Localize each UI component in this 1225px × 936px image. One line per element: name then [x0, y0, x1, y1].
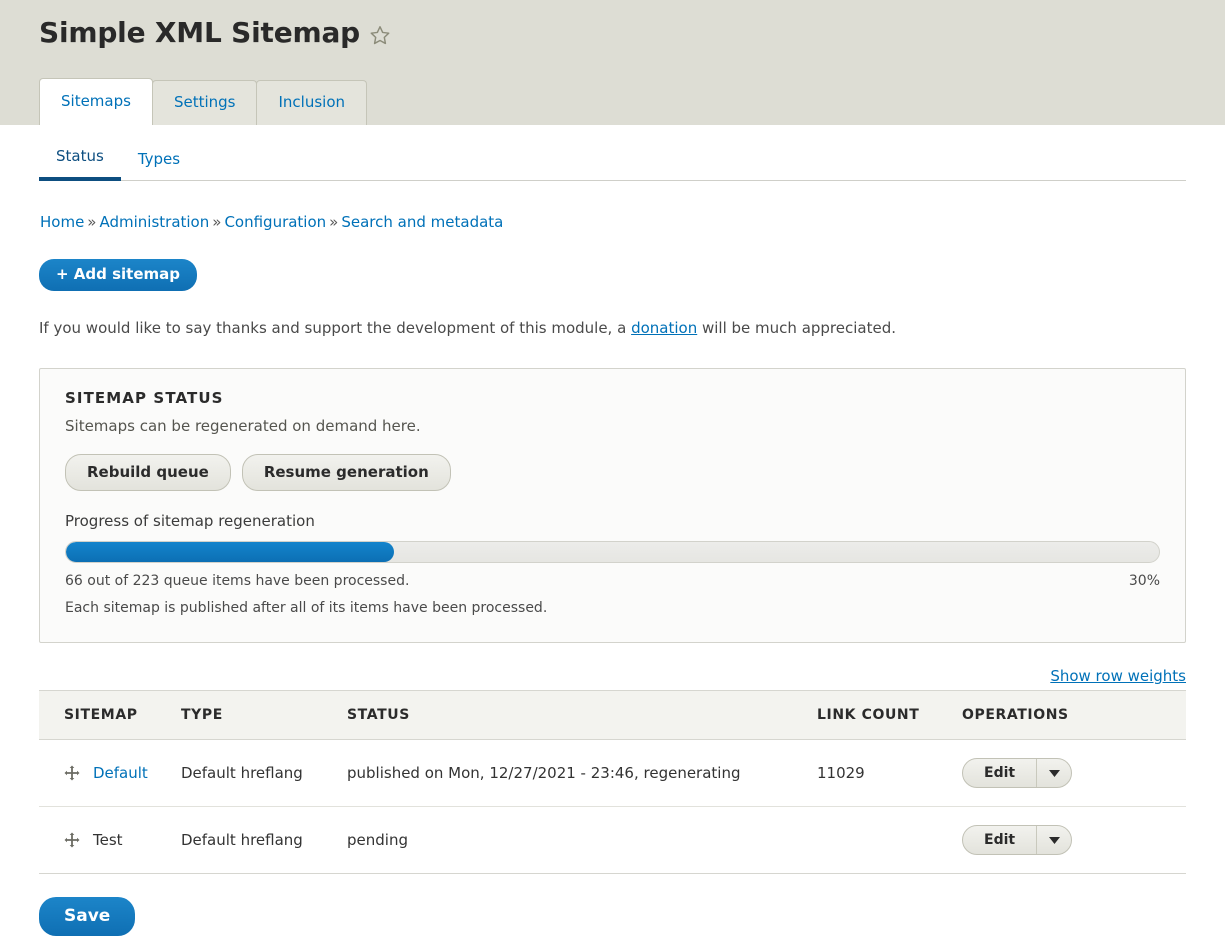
edit-button[interactable]: Edit [963, 826, 1037, 854]
secondary-tab-types[interactable]: Types [121, 149, 197, 180]
column-header-status: STATUS [347, 691, 817, 740]
secondary-tab-bar: Status Types [39, 125, 1186, 181]
donation-suffix-text: will be much appreciated. [702, 319, 896, 337]
sitemap-status-panel: SITEMAP STATUS Sitemaps can be regenerat… [39, 368, 1186, 643]
cell-link-count: 11029 [817, 740, 962, 807]
column-header-type: TYPE [181, 691, 347, 740]
cell-link-count [817, 807, 962, 874]
sitemap-status-actions: Rebuild queue Resume generation [65, 454, 1160, 491]
breadcrumb-item-administration[interactable]: Administration [99, 213, 209, 231]
cell-sitemap: Test [39, 807, 181, 874]
show-row-weights-row: Show row weights [39, 667, 1186, 685]
primary-tab-bar: Sitemaps Settings Inclusion [39, 78, 366, 125]
operations-button-group: Edit [962, 758, 1072, 788]
operations-dropdown-toggle[interactable] [1037, 759, 1071, 787]
table-row: Test Default hreflang pending Edit [39, 807, 1186, 874]
donation-message: If you would like to say thanks and supp… [39, 318, 1186, 338]
progress-processed-text: 66 out of 223 queue items have been proc… [65, 572, 409, 591]
breadcrumb-item-home[interactable]: Home [40, 213, 84, 231]
progress-bar-fill [66, 542, 394, 562]
save-button[interactable]: Save [39, 897, 135, 936]
table-header-row: SITEMAP TYPE STATUS LINK COUNT OPERATION… [39, 691, 1186, 740]
chevron-down-icon [1049, 770, 1060, 777]
breadcrumb-separator: » [84, 213, 99, 231]
sitemap-status-description: Sitemaps can be regenerated on demand he… [65, 416, 1160, 436]
edit-button[interactable]: Edit [963, 759, 1037, 787]
cell-operations: Edit [962, 807, 1186, 874]
cell-status: published on Mon, 12/27/2021 - 23:46, re… [347, 740, 817, 807]
progress-percent-label: 30% [1129, 572, 1160, 591]
page-header-band: Simple XML Sitemap Sitemaps Settings Inc… [0, 0, 1225, 125]
drag-move-icon[interactable] [64, 765, 80, 781]
donation-link[interactable]: donation [631, 319, 697, 337]
sitemaps-table-body: Default Default hreflang published on Mo… [39, 740, 1186, 874]
secondary-tab-status[interactable]: Status [39, 146, 121, 181]
column-header-sitemap: SITEMAP [39, 691, 181, 740]
sitemap-name-text: Test [93, 830, 123, 850]
donation-prefix-text: If you would like to say thanks and supp… [39, 319, 626, 337]
rebuild-queue-button[interactable]: Rebuild queue [65, 454, 231, 491]
star-outline-icon[interactable] [369, 24, 391, 46]
main-content: Home»Administration»Configuration»Search… [0, 181, 1225, 936]
cell-operations: Edit [962, 740, 1186, 807]
primary-tab-settings[interactable]: Settings [152, 80, 258, 125]
sitemaps-table: SITEMAP TYPE STATUS LINK COUNT OPERATION… [39, 690, 1186, 874]
page-title: Simple XML Sitemap [39, 16, 360, 50]
operations-button-group: Edit [962, 825, 1072, 855]
breadcrumb-item-configuration[interactable]: Configuration [224, 213, 326, 231]
add-sitemap-row: + Add sitemap [39, 259, 1186, 291]
breadcrumb-item-search-and-metadata[interactable]: Search and metadata [341, 213, 503, 231]
add-sitemap-button[interactable]: + Add sitemap [39, 259, 197, 291]
cell-status: pending [347, 807, 817, 874]
operations-dropdown-toggle[interactable] [1037, 826, 1071, 854]
cell-sitemap: Default [39, 740, 181, 807]
progress-label: Progress of sitemap regeneration [65, 511, 1160, 531]
progress-publish-note: Each sitemap is published after all of i… [65, 599, 1160, 618]
column-header-link-count: LINK COUNT [817, 691, 962, 740]
sitemap-name-link[interactable]: Default [93, 763, 148, 783]
primary-tab-sitemaps[interactable]: Sitemaps [39, 78, 153, 125]
progress-bar-track [65, 541, 1160, 563]
page-title-row: Simple XML Sitemap [0, 0, 1225, 50]
breadcrumb-separator: » [326, 213, 341, 231]
cell-type: Default hreflang [181, 740, 347, 807]
chevron-down-icon [1049, 837, 1060, 844]
table-row: Default Default hreflang published on Mo… [39, 740, 1186, 807]
primary-tab-inclusion[interactable]: Inclusion [256, 80, 367, 125]
drag-move-icon[interactable] [64, 832, 80, 848]
cell-type: Default hreflang [181, 807, 347, 874]
resume-generation-button[interactable]: Resume generation [242, 454, 451, 491]
save-row: Save [39, 897, 1186, 936]
breadcrumb: Home»Administration»Configuration»Search… [39, 181, 1186, 232]
breadcrumb-separator: » [209, 213, 224, 231]
show-row-weights-link[interactable]: Show row weights [1050, 667, 1186, 685]
sitemaps-table-head: SITEMAP TYPE STATUS LINK COUNT OPERATION… [39, 691, 1186, 740]
sitemap-status-legend: SITEMAP STATUS [65, 389, 1160, 407]
column-header-operations: OPERATIONS [962, 691, 1186, 740]
progress-meta-row: 66 out of 223 queue items have been proc… [65, 572, 1160, 591]
